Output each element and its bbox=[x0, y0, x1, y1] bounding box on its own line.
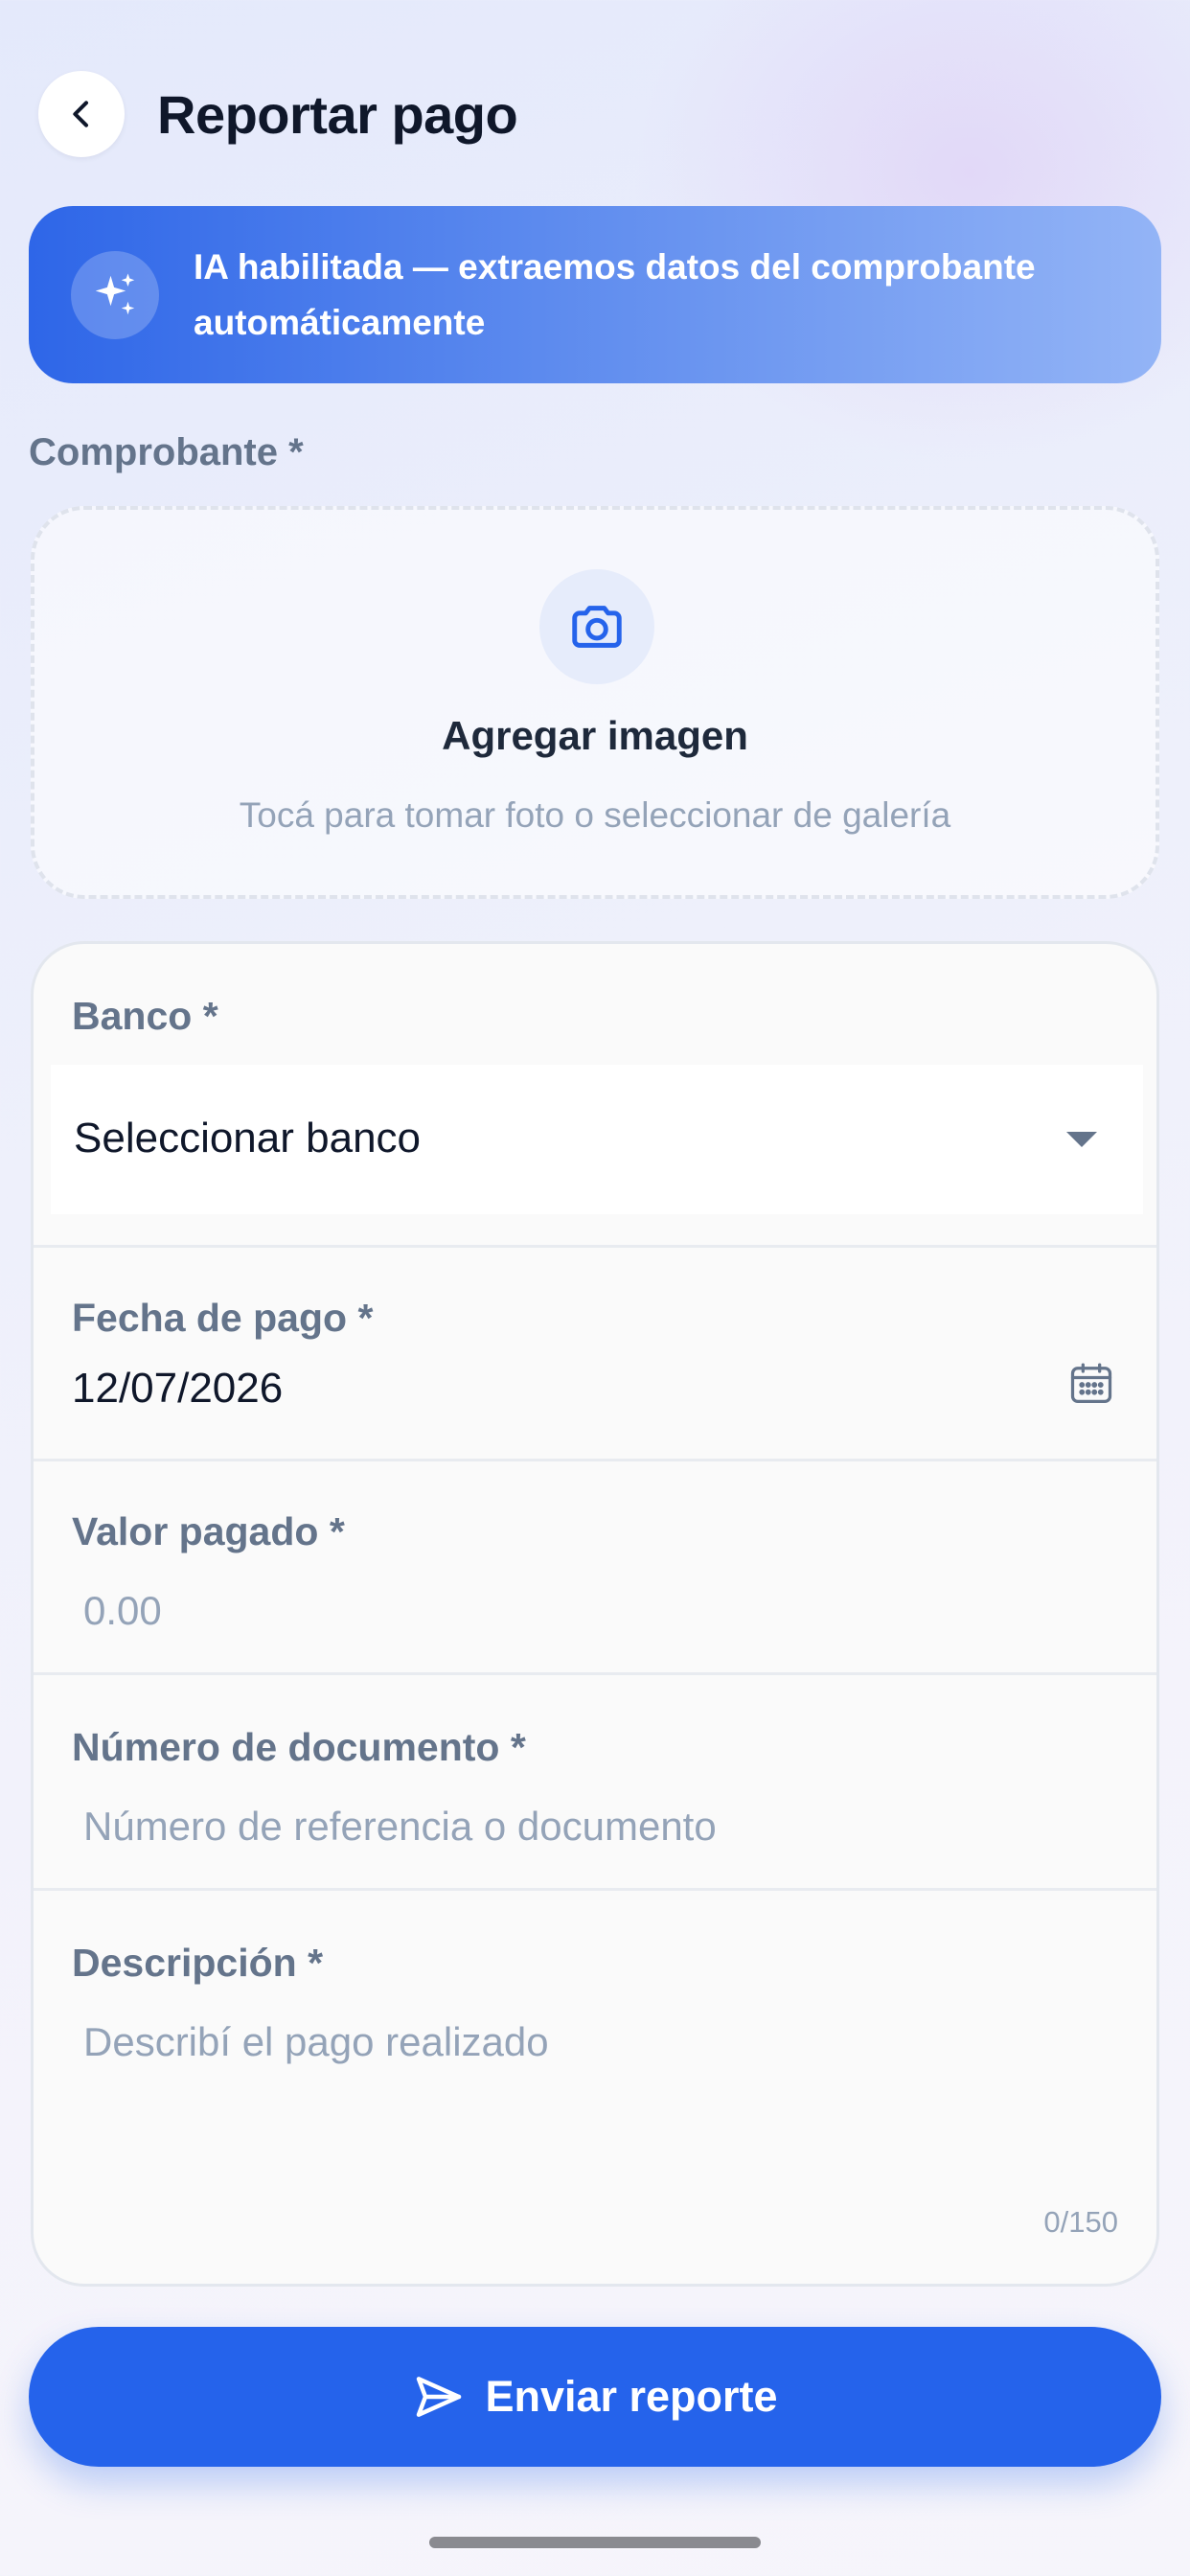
receipt-label: Comprobante * bbox=[29, 431, 304, 473]
add-image-dropzone[interactable]: Agregar imagen Tocá para tomar foto o se… bbox=[31, 506, 1159, 899]
ai-banner-text: IA habilitada — extraemos datos del comp… bbox=[194, 246, 1036, 342]
description-field[interactable]: Descripción * Describí el pago realizado… bbox=[34, 1891, 1156, 2284]
add-image-hint: Tocá para tomar foto o seleccionar de ga… bbox=[239, 795, 951, 835]
chevron-left-icon bbox=[73, 101, 88, 127]
ai-icon-badge bbox=[71, 250, 159, 339]
back-button[interactable] bbox=[38, 71, 125, 157]
bank-select-value: Seleccionar banco bbox=[74, 1115, 422, 1162]
calendar-icon[interactable] bbox=[1066, 1359, 1116, 1409]
submit-report-label: Enviar reporte bbox=[485, 2372, 778, 2421]
document-number-field[interactable]: Número de documento * Número de referenc… bbox=[34, 1675, 1156, 1888]
camera-badge bbox=[539, 569, 654, 684]
sparkles-icon bbox=[95, 273, 135, 314]
description-char-counter: 0/150 bbox=[1043, 2205, 1118, 2239]
bank-field: Banco * Seleccionar banco bbox=[34, 944, 1156, 1245]
camera-icon bbox=[572, 606, 622, 648]
amount-label: Valor pagado * bbox=[72, 1509, 345, 1553]
payment-date-label: Fecha de pago * bbox=[72, 1296, 374, 1340]
send-icon bbox=[417, 2377, 462, 2417]
description-label: Descripción * bbox=[72, 1941, 324, 1985]
amount-field[interactable]: Valor pagado * 0.00 bbox=[34, 1461, 1156, 1672]
payment-form: Banco * Seleccionar banco Fecha de pago … bbox=[31, 941, 1159, 2287]
bank-select[interactable]: Seleccionar banco bbox=[51, 1065, 1143, 1214]
payment-date-field[interactable]: Fecha de pago * 12/07/2026 bbox=[34, 1248, 1156, 1459]
home-indicator[interactable] bbox=[429, 2537, 761, 2548]
submit-report-button[interactable]: Enviar reporte bbox=[29, 2327, 1161, 2467]
payment-date-value[interactable]: 12/07/2026 bbox=[72, 1365, 283, 1413]
ai-banner: IA habilitada — extraemos datos del comp… bbox=[29, 206, 1161, 383]
document-number-label: Número de documento * bbox=[72, 1725, 526, 1769]
caret-down-icon bbox=[1066, 1132, 1097, 1147]
bank-label: Banco * bbox=[72, 994, 218, 1038]
add-image-title: Agregar imagen bbox=[442, 713, 748, 758]
document-number-input[interactable]: Número de referencia o documento bbox=[83, 1804, 717, 1850]
amount-input[interactable]: 0.00 bbox=[83, 1588, 162, 1634]
page-title: Reportar pago bbox=[157, 83, 518, 145]
header: Reportar pago bbox=[38, 69, 518, 159]
description-textarea[interactable]: Describí el pago realizado bbox=[83, 2019, 549, 2065]
